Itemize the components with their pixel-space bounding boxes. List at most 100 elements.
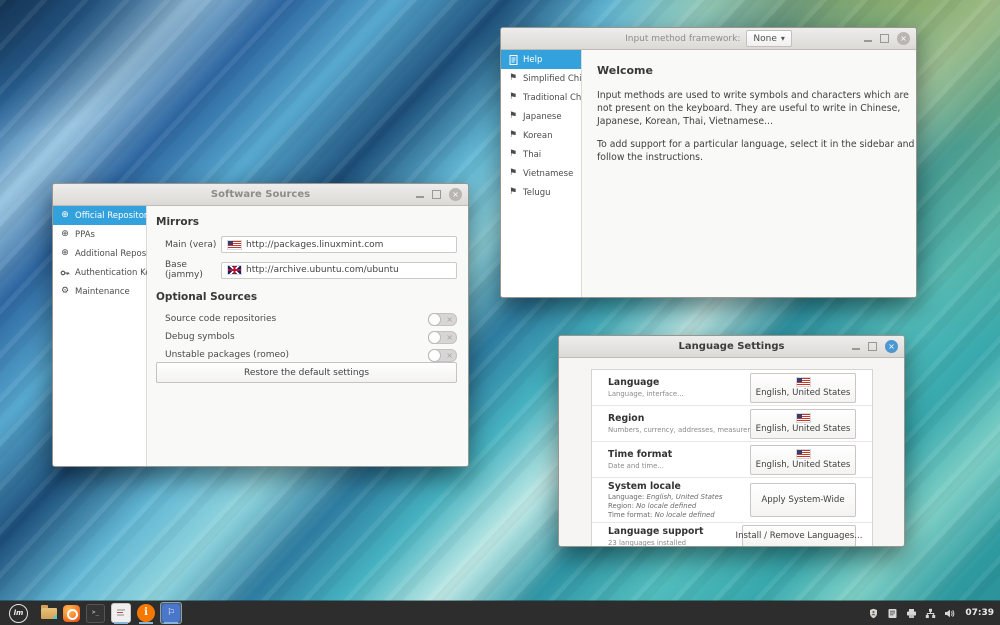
us-flag-icon bbox=[796, 377, 810, 386]
sidebar-item-korean[interactable]: ⚑ Korean bbox=[501, 126, 581, 145]
flag-icon: ⚑ bbox=[508, 92, 518, 102]
source-code-toggle[interactable] bbox=[428, 312, 457, 326]
sidebar-item-authentication-keys[interactable]: Authentication Keys bbox=[53, 263, 160, 282]
sidebar-item-label: Maintenance bbox=[75, 286, 130, 297]
framework-label: Input method framework: bbox=[625, 33, 741, 44]
flag-icon: ⚑ bbox=[508, 149, 518, 159]
sidebar-item-telugu[interactable]: ⚑ Telugu bbox=[501, 183, 581, 202]
toggle-label: Source code repositories bbox=[165, 314, 277, 324]
maximize-button[interactable] bbox=[880, 34, 889, 43]
base-mirror-field[interactable]: http://archive.ubuntu.com/ubuntu bbox=[221, 261, 457, 279]
sidebar-item-vietnamese[interactable]: ⚑ Vietnamese bbox=[501, 164, 581, 183]
input-method-titlebar[interactable]: Input method framework: None × bbox=[501, 28, 916, 50]
maximize-button[interactable] bbox=[432, 190, 441, 199]
optional-sources-heading: Optional Sources bbox=[156, 291, 258, 303]
mint-menu-button[interactable]: lm bbox=[9, 603, 28, 623]
firefox-launcher[interactable] bbox=[63, 604, 80, 622]
files-folder-icon bbox=[41, 604, 57, 619]
source-code-row: Source code repositories bbox=[156, 311, 457, 327]
row-subtitle: Language, interface... bbox=[608, 390, 684, 398]
software-sources-task-button[interactable] bbox=[110, 602, 132, 624]
button-label: Install / Remove Languages... bbox=[735, 531, 863, 541]
taskbar-clock[interactable]: 07:39 bbox=[965, 608, 994, 618]
minimize-button[interactable] bbox=[416, 196, 424, 198]
sidebar-item-additional-repositories[interactable]: ⊕ Additional Repositories bbox=[53, 244, 172, 263]
sidebar-item-help[interactable]: Help bbox=[501, 50, 581, 69]
close-button[interactable]: × bbox=[897, 32, 910, 45]
software-sources-icon bbox=[111, 603, 131, 623]
report-icon[interactable] bbox=[887, 608, 898, 619]
language-settings-task-button[interactable]: ⚐ bbox=[160, 602, 182, 624]
sidebar-item-traditional-chinese[interactable]: ⚑ Traditional Chinese bbox=[501, 88, 604, 107]
language-select-button[interactable]: English, United States bbox=[750, 372, 856, 403]
sidebar-item-label: Help bbox=[523, 54, 543, 65]
sidebar-item-thai[interactable]: ⚑ Thai bbox=[501, 145, 581, 164]
window-title: Software Sources bbox=[210, 189, 311, 200]
sidebar-item-label: Korean bbox=[523, 130, 553, 141]
key-icon bbox=[60, 268, 70, 278]
row-subtitle: Numbers, currency, addresses, measuremen… bbox=[608, 426, 750, 434]
time-format-select-button[interactable]: English, United States bbox=[750, 444, 856, 475]
window-indicator bbox=[114, 622, 128, 624]
row-subtitle: Date and time... bbox=[608, 462, 664, 470]
system-locale-row: System locale Language: English, United … bbox=[592, 478, 872, 523]
software-sources-titlebar[interactable]: Software Sources × bbox=[53, 184, 468, 206]
sidebar-item-label: PPAs bbox=[75, 229, 95, 240]
window-title: Language Settings bbox=[678, 341, 785, 352]
gear-icon: ⚙ bbox=[60, 286, 70, 296]
language-settings-icon: ⚐ bbox=[162, 604, 180, 622]
input-method-icon: i bbox=[137, 604, 155, 622]
terminal-launcher[interactable]: >_ bbox=[86, 603, 105, 623]
sidebar-item-simplified-chinese[interactable]: ⚑ Simplified Chinese bbox=[501, 69, 602, 88]
install-remove-languages-button[interactable]: Install / Remove Languages... bbox=[736, 525, 862, 546]
files-launcher[interactable] bbox=[41, 604, 57, 619]
language-settings-panel: Language Language, interface... English,… bbox=[591, 369, 873, 546]
sidebar-item-label: Vietnamese bbox=[523, 168, 574, 179]
close-button[interactable]: × bbox=[885, 340, 898, 353]
network-icon[interactable] bbox=[925, 608, 936, 619]
sidebar-item-japanese[interactable]: ⚑ Japanese bbox=[501, 107, 581, 126]
row-title: Region bbox=[608, 413, 645, 424]
unstable-packages-row: Unstable packages (romeo) bbox=[156, 347, 457, 363]
terminal-icon: >_ bbox=[86, 603, 105, 623]
debug-symbols-toggle[interactable] bbox=[428, 330, 457, 344]
minimize-button[interactable] bbox=[852, 348, 860, 350]
debug-symbols-row: Debug symbols bbox=[156, 329, 457, 345]
sidebar-item-official-repositories[interactable]: ⊕ Official Repositories bbox=[53, 206, 159, 225]
unstable-packages-toggle[interactable] bbox=[428, 348, 457, 362]
row-title: System locale bbox=[608, 481, 681, 492]
minimize-button[interactable] bbox=[864, 40, 872, 42]
sidebar-item-ppas[interactable]: ⊕ PPAs bbox=[53, 225, 146, 244]
window-indicator bbox=[164, 622, 178, 624]
language-support-row: Language support 23 languages installed … bbox=[592, 523, 872, 546]
framework-dropdown[interactable]: None bbox=[746, 30, 792, 47]
locale-time-line: Time format: No locale defined bbox=[608, 511, 715, 519]
time-format-row: Time format Date and time... English, Un… bbox=[592, 442, 872, 478]
language-row: Language Language, interface... English,… bbox=[592, 370, 872, 406]
printer-icon[interactable] bbox=[906, 608, 917, 619]
input-method-task-button[interactable]: i bbox=[135, 602, 157, 624]
locale-region-line: Region: No locale defined bbox=[608, 502, 697, 510]
input-method-window: Input method framework: None × Help ⚑ bbox=[500, 27, 917, 298]
volume-icon[interactable] bbox=[944, 608, 955, 619]
restore-defaults-button[interactable]: Restore the default settings bbox=[156, 362, 457, 383]
software-sources-content: Mirrors Main (vera) http://packages.linu… bbox=[147, 206, 468, 466]
button-label: English, United States bbox=[755, 423, 851, 434]
software-sources-sidebar: ⊕ Official Repositories ⊕ PPAs ⊕ Additio… bbox=[53, 206, 173, 466]
main-mirror-field[interactable]: http://packages.linuxmint.com bbox=[221, 236, 457, 253]
sidebar-item-maintenance[interactable]: ⚙ Maintenance bbox=[53, 282, 146, 301]
flag-icon: ⚑ bbox=[508, 187, 518, 197]
globe-icon: ⊕ bbox=[61, 229, 69, 239]
flag-icon: ⚑ bbox=[508, 111, 518, 121]
apply-system-wide-button[interactable]: Apply System-Wide bbox=[750, 483, 856, 517]
sidebar-item-label: Telugu bbox=[523, 187, 551, 198]
close-button[interactable]: × bbox=[449, 188, 462, 201]
main-mirror-row: Main (vera) http://packages.linuxmint.co… bbox=[156, 236, 457, 253]
maximize-button[interactable] bbox=[868, 342, 877, 351]
toggle-label: Debug symbols bbox=[165, 332, 235, 342]
shield-icon[interactable] bbox=[868, 608, 879, 619]
language-settings-titlebar[interactable]: Language Settings × bbox=[559, 336, 904, 358]
region-select-button[interactable]: English, United States bbox=[750, 408, 856, 439]
welcome-paragraph-2: To add support for a particular language… bbox=[597, 139, 915, 164]
uk-flag-icon bbox=[228, 266, 241, 274]
